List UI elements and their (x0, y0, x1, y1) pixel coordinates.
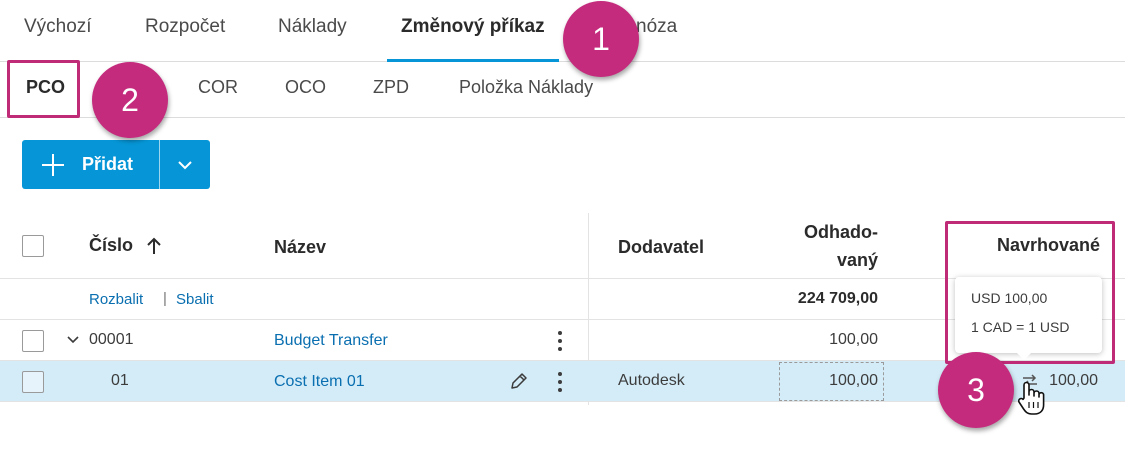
row-estimated: 100,00 (829, 331, 878, 348)
proposed-highlight-box (945, 221, 1115, 364)
subtab-oco[interactable]: OCO (285, 77, 326, 98)
row-estimated: 100,00 (829, 372, 878, 389)
row-number: 01 (111, 372, 129, 389)
annotation-badge-2: 2 (92, 62, 168, 138)
chevron-down-icon[interactable] (67, 336, 79, 344)
link-separator: | (163, 290, 167, 307)
row-checkbox[interactable] (22, 330, 44, 352)
row-number: 00001 (89, 331, 134, 348)
annotation-badge-1: 1 (563, 1, 639, 77)
tab-default[interactable]: Výchozí (24, 16, 92, 38)
add-button-label: Přidat (82, 154, 134, 174)
row-name-link[interactable]: Cost Item 01 (274, 373, 365, 391)
subtab-zpd[interactable]: ZPD (373, 77, 409, 98)
column-header-estimated-line2[interactable]: vaný (837, 250, 878, 271)
annotation-badge-3: 3 (938, 352, 1014, 428)
sort-ascending-icon[interactable] (146, 237, 162, 255)
main-tab-bar: Výchozí Rozpočet Náklady Změnový příkaz … (0, 0, 1125, 62)
more-actions-icon[interactable] (557, 331, 563, 351)
expand-all-link[interactable]: Rozbalit (89, 291, 143, 308)
tab-costs[interactable]: Náklady (278, 16, 347, 38)
tab-budget[interactable]: Rozpočet (145, 16, 225, 38)
more-actions-icon[interactable] (557, 372, 563, 392)
collapse-all-link[interactable]: Sbalit (176, 291, 214, 308)
tab-change-order[interactable]: Změnový příkaz (401, 16, 545, 38)
select-all-checkbox[interactable] (22, 235, 44, 257)
add-button[interactable]: Přidat (22, 140, 160, 189)
hand-cursor-icon (1017, 381, 1045, 415)
column-header-estimated-line1[interactable]: Odhado- (804, 222, 878, 243)
pco-highlight-box (7, 60, 80, 118)
column-header-supplier[interactable]: Dodavatel (618, 237, 704, 258)
plus-icon (42, 153, 64, 176)
chevron-down-icon (178, 160, 192, 169)
row-name-link[interactable]: Budget Transfer (274, 332, 388, 350)
estimated-total: 224 709,00 (797, 290, 878, 307)
tab-forecast[interactable]: nóza (636, 16, 677, 38)
row-proposed: 100,00 (1049, 372, 1098, 389)
change-order-subtab-bar: PCO COR OCO ZPD Položka Náklady (0, 62, 1125, 118)
column-header-number[interactable]: Číslo (89, 235, 133, 256)
row-checkbox[interactable] (22, 371, 44, 393)
edit-pencil-icon[interactable] (509, 371, 529, 391)
subtab-cost-items[interactable]: Položka Náklady (459, 77, 593, 98)
column-header-name[interactable]: Název (274, 237, 326, 258)
add-split-button: Přidat (22, 140, 210, 189)
add-dropdown-toggle[interactable] (160, 140, 210, 189)
row-supplier: Autodesk (618, 372, 685, 389)
subtab-cor[interactable]: COR (198, 77, 238, 98)
